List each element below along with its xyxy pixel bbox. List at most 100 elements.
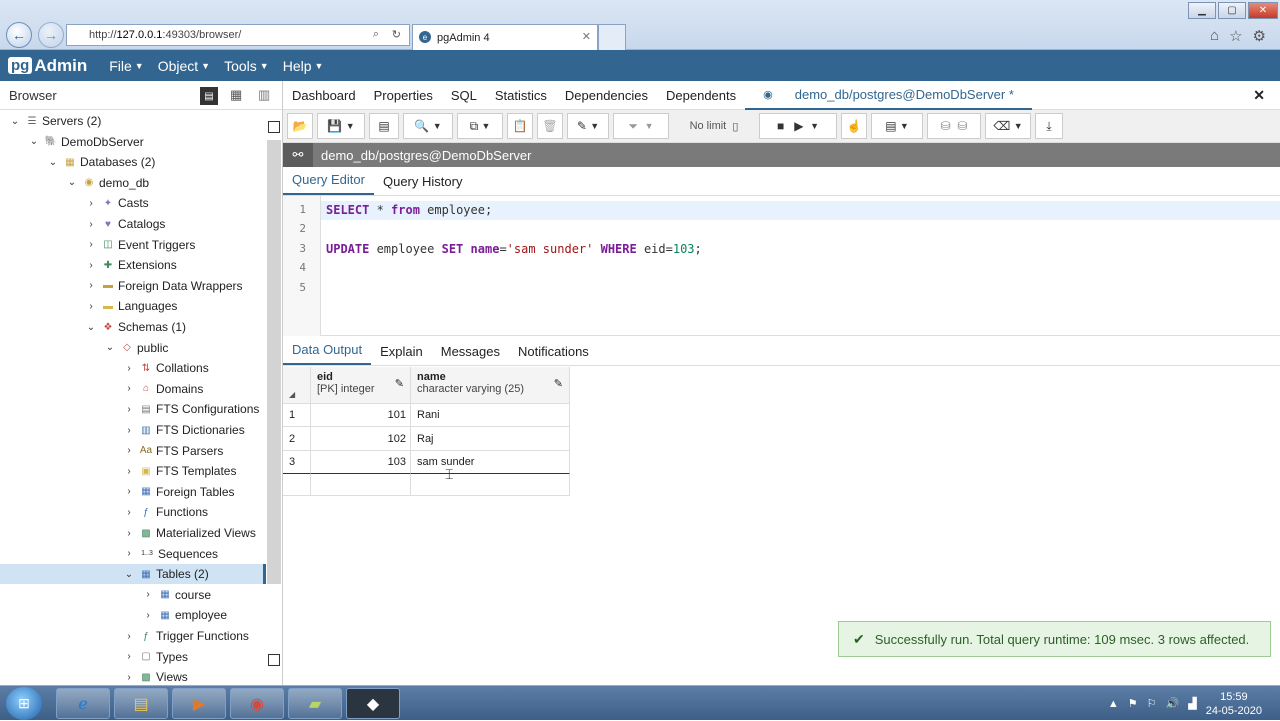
open-file-icon[interactable]: 📂: [287, 113, 313, 139]
tree-node[interactable]: ⌄ ▦ Tables (2): [0, 564, 266, 585]
tree-node[interactable]: › ▬ Languages: [84, 296, 177, 316]
row-number[interactable]: 2: [283, 427, 311, 451]
tree-node[interactable]: › ƒ Trigger Functions: [122, 626, 249, 646]
tree-node[interactable]: ⌄ 🐘 DemoDbServer: [27, 132, 144, 152]
commit-rollback-group[interactable]: ⛁ ⛁: [927, 113, 981, 139]
tree-node[interactable]: ⌄ ◇ public: [103, 338, 169, 358]
edit-pencil-icon[interactable]: ✎: [395, 377, 404, 390]
tree-node[interactable]: ⌄ ☰ Servers (2): [8, 111, 102, 131]
tab-dashboard[interactable]: Dashboard: [283, 88, 365, 103]
back-arrow-icon[interactable]: ←: [6, 22, 32, 48]
cell-name[interactable]: Rani: [411, 404, 570, 427]
tree-node[interactable]: › ✚ Extensions: [84, 255, 176, 275]
tree-node[interactable]: › ▦ employee: [141, 605, 227, 625]
chevron-right-icon[interactable]: ›: [84, 260, 98, 271]
tree-node[interactable]: › ▥ FTS Dictionaries: [122, 420, 244, 440]
chevron-right-icon[interactable]: ›: [122, 631, 136, 642]
edit-pencil-icon[interactable]: ✎: [554, 377, 563, 390]
chevron-right-icon[interactable]: ›: [122, 466, 136, 477]
cell-name[interactable]: Raj: [411, 427, 570, 451]
tree-node[interactable]: › 1..3 Sequences: [122, 544, 218, 564]
tree-node[interactable]: › ⇅ Collations: [122, 358, 208, 378]
chevron-right-icon[interactable]: ›: [122, 548, 136, 559]
menu-tools[interactable]: Tools ▼: [224, 58, 269, 74]
tree-node[interactable]: › ◫ Event Triggers: [84, 235, 195, 255]
tab-query-editor[interactable]: Query Editor: [283, 172, 374, 195]
chevron-right-icon[interactable]: ›: [84, 280, 98, 291]
network-icon[interactable]: ▟: [1188, 697, 1196, 710]
chevron-right-icon[interactable]: ›: [122, 651, 136, 662]
save-file-button[interactable]: 💾 ▼: [317, 113, 365, 139]
show-hidden-icons-icon[interactable]: ▲: [1108, 698, 1119, 710]
chrome-icon[interactable]: ◉: [230, 688, 284, 719]
find-button[interactable]: 🔍 ▼: [403, 113, 453, 139]
new-row-number[interactable]: [283, 474, 311, 496]
cell-eid[interactable]: 102: [311, 427, 411, 451]
tab-statistics[interactable]: Statistics: [486, 88, 556, 103]
row-limit-select[interactable]: No limit ▯: [673, 113, 755, 139]
query-tool-icon[interactable]: ▤: [200, 87, 218, 105]
tab-properties[interactable]: Properties: [365, 88, 442, 103]
chevron-right-icon[interactable]: ›: [122, 528, 136, 539]
browser-tab[interactable]: e pgAdmin 4 ✕: [412, 24, 598, 50]
new-tab-button[interactable]: [598, 24, 626, 50]
tree-node[interactable]: › ▢ Types: [122, 647, 188, 667]
refresh-icon[interactable]: ↻: [392, 28, 401, 41]
edit-button[interactable]: ✎ ▼: [567, 113, 609, 139]
tab-data-output[interactable]: Data Output: [283, 342, 372, 365]
row-number[interactable]: 1: [283, 404, 311, 427]
browser-scrollbar[interactable]: [267, 140, 281, 584]
chevron-down-icon[interactable]: ⌄: [27, 136, 41, 147]
pgadmin-app-icon[interactable]: ◆: [346, 688, 400, 719]
tab-messages[interactable]: Messages: [432, 344, 509, 365]
tree-node[interactable]: › ▬ Foreign Data Wrappers: [84, 276, 242, 296]
explain-hand-icon[interactable]: ☝: [841, 113, 867, 139]
tree-node[interactable]: › ▤ FTS Configurations: [122, 399, 259, 419]
start-button-icon[interactable]: ⊞: [6, 687, 42, 720]
row-number[interactable]: 3: [283, 451, 311, 474]
filter-rows-icon[interactable]: ▥: [258, 87, 270, 103]
chevron-right-icon[interactable]: ›: [84, 198, 98, 209]
tree-node[interactable]: › ƒ Functions: [122, 502, 208, 522]
tab-dependencies[interactable]: Dependencies: [556, 88, 657, 103]
filter-button[interactable]: ⏷ ▼: [613, 113, 669, 139]
tree-node[interactable]: ⌄ ❖ Schemas (1): [84, 317, 186, 337]
chevron-right-icon[interactable]: ›: [141, 589, 155, 600]
tree-node[interactable]: › ▦ Foreign Tables: [122, 482, 234, 502]
clear-button[interactable]: ⌫ ▼: [985, 113, 1031, 139]
execute-play-icon[interactable]: ▶: [794, 119, 803, 133]
chevron-right-icon[interactable]: ›: [84, 239, 98, 250]
tab-query-history[interactable]: Query History: [374, 174, 471, 195]
tree-node[interactable]: › ▩ Materialized Views: [122, 523, 256, 543]
tree-node[interactable]: › ▣ FTS Templates: [122, 461, 236, 481]
chevron-right-icon[interactable]: ›: [122, 445, 136, 456]
action-center-icon[interactable]: ⚐: [1147, 697, 1157, 710]
properties-grid-icon[interactable]: ▦: [230, 87, 242, 103]
cell-name[interactable]: sam sunder: [411, 451, 570, 474]
search-icon[interactable]: ⌕: [373, 28, 379, 41]
menu-help[interactable]: Help ▼: [283, 58, 324, 74]
tree-node[interactable]: › ⌂ Domains: [122, 379, 203, 399]
cell-eid[interactable]: 101: [311, 404, 411, 427]
connection-label[interactable]: demo_db/postgres@DemoDbServer: [321, 148, 531, 163]
explain-analyze-button[interactable]: ▤ ▼: [871, 113, 923, 139]
connection-status-icon[interactable]: ⚯: [283, 143, 313, 167]
find-replace-icon[interactable]: ▤: [369, 113, 399, 139]
chevron-right-icon[interactable]: ›: [141, 610, 155, 621]
new-row-cell-name[interactable]: [411, 474, 570, 496]
file-explorer-icon[interactable]: ▤: [114, 688, 168, 719]
minimize-icon[interactable]: ▁: [1188, 2, 1216, 19]
chevron-right-icon[interactable]: ›: [122, 404, 136, 415]
tab-explain[interactable]: Explain: [371, 344, 432, 365]
chevron-down-icon[interactable]: ⌄: [65, 177, 79, 188]
select-all-corner-icon[interactable]: ◢: [283, 367, 311, 404]
chevron-right-icon[interactable]: ›: [122, 486, 136, 497]
paste-icon[interactable]: 📋: [507, 113, 533, 139]
menu-object[interactable]: Object ▼: [158, 58, 210, 74]
maximize-icon[interactable]: ▢: [1218, 2, 1246, 19]
download-icon[interactable]: ⤓: [1035, 113, 1063, 139]
tab-sql[interactable]: SQL: [442, 88, 486, 103]
close-tab-icon[interactable]: ✕: [582, 30, 591, 43]
tab-query-tool[interactable]: ◉ demo_db/postgres@DemoDbServer *: [745, 81, 1032, 110]
chevron-down-icon[interactable]: ⌄: [8, 116, 22, 127]
